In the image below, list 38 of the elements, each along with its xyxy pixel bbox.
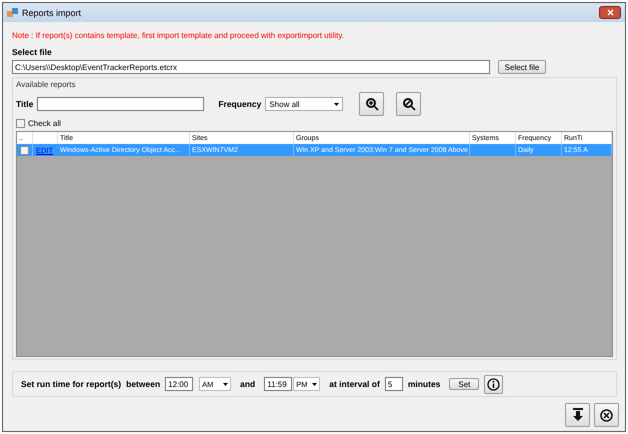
app-icon [7, 8, 18, 18]
close-icon [606, 9, 614, 16]
title-field[interactable] [37, 97, 204, 111]
caret-icon [312, 382, 318, 386]
interval-field[interactable]: 5 [384, 377, 403, 391]
field-label: Title [16, 99, 34, 109]
checkbox-label: Check all [28, 119, 61, 128]
note-text: Note : If report(s) contains template, first import template and proceed with exportimport utility. [12, 31, 345, 40]
zoom-in-button[interactable] [359, 92, 384, 116]
field-label: Frequency [218, 99, 262, 109]
file-path-field[interactable]: C:\Users\\Desktop\EventTrackerReports.etcrx [12, 60, 490, 74]
caret-icon [223, 382, 228, 386]
check-all-checkbox[interactable] [16, 119, 25, 128]
window-title: Reports import [22, 8, 82, 18]
interval-label: at interval of [329, 379, 380, 389]
between-label: between [126, 379, 160, 389]
caret-icon [334, 102, 340, 106]
select-file-button[interactable]: Select file [498, 60, 546, 74]
and-label: and [240, 379, 256, 389]
zoom-out-button[interactable] [396, 92, 422, 116]
info-button[interactable] [484, 374, 504, 394]
magnifier-slash-icon [402, 97, 416, 111]
start-time-field[interactable]: 12:00 [165, 377, 194, 391]
frequency-dropdown[interactable]: Show all [265, 97, 344, 111]
import-button[interactable] [565, 403, 590, 427]
row-checkbox[interactable] [20, 146, 29, 154]
cancel-button[interactable] [594, 403, 619, 427]
field-label: Select file [12, 47, 53, 57]
end-time-field[interactable]: 11:59 [264, 377, 292, 391]
minutes-label: minutes [408, 379, 440, 389]
info-icon [487, 378, 500, 390]
schedule-label: Set run time for report(s) [21, 379, 122, 389]
cancel-icon [600, 408, 613, 422]
zoom-in-icon [364, 97, 379, 111]
group-legend: Available reports [16, 80, 613, 89]
set-button[interactable]: Set [449, 378, 480, 390]
close-button[interactable] [599, 6, 621, 19]
download-arrow-icon [572, 408, 584, 422]
